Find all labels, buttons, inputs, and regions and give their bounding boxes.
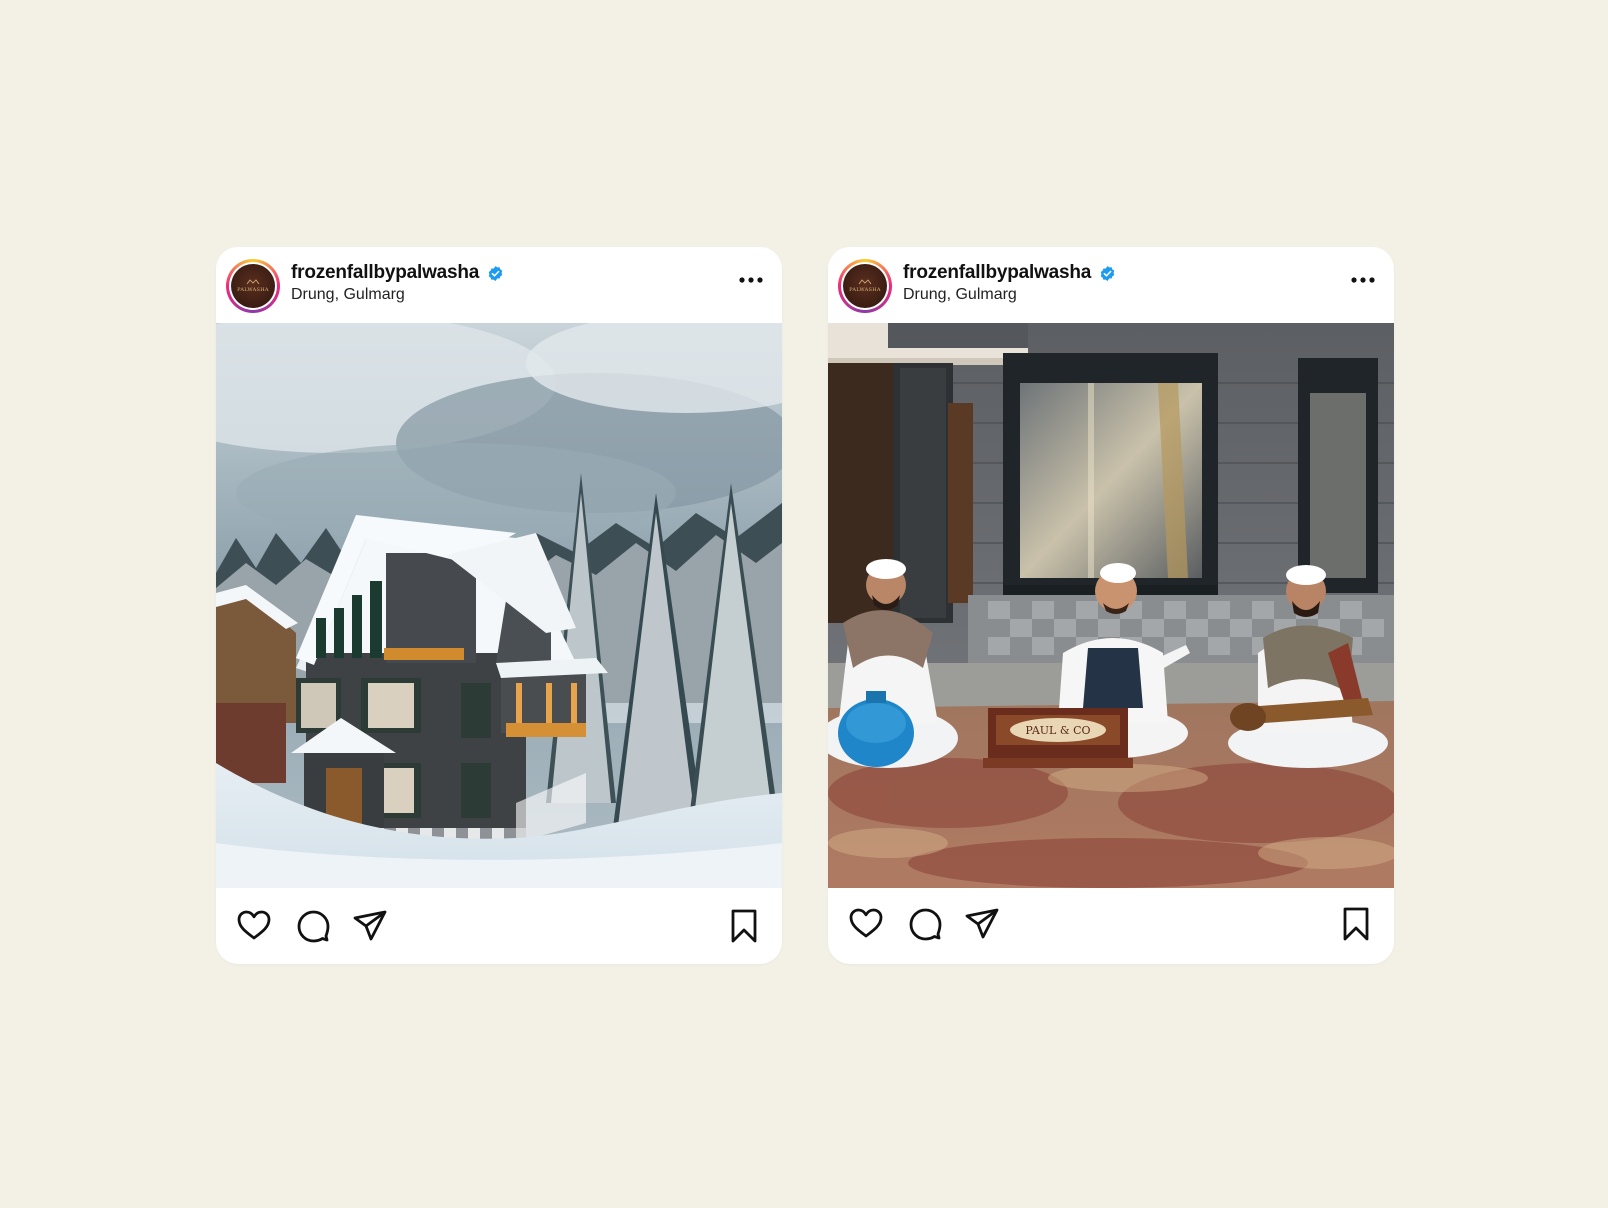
avatar-logo: PALWASHA: [843, 264, 887, 308]
post-photo-musicians[interactable]: PAUL & CO: [828, 323, 1394, 888]
username[interactable]: frozenfallbypalwasha: [291, 262, 504, 284]
more-options-icon[interactable]: [738, 273, 764, 287]
heart-icon[interactable]: [848, 906, 884, 942]
post-header: PALWASHA frozenfallbypalwasha Drung, Gul…: [828, 247, 1394, 323]
comment-icon[interactable]: [295, 908, 331, 944]
post-location[interactable]: Drung, Gulmarg: [291, 286, 405, 304]
avatar-text: PALWASHA: [849, 287, 881, 293]
crest-icon: [858, 279, 872, 285]
bookmark-icon[interactable]: [726, 908, 762, 944]
post-card-musicians: PALWASHA frozenfallbypalwasha Drung, Gul…: [828, 247, 1394, 964]
verified-badge-icon: [1100, 265, 1115, 281]
post-header: PALWASHA frozenfallbypalwasha Drung, Gul…: [216, 247, 782, 323]
share-icon[interactable]: [352, 908, 388, 944]
post-card-cottage: PALWASHA frozenfallbypalwasha Drung, Gul…: [216, 247, 782, 964]
comment-icon[interactable]: [907, 906, 943, 942]
avatar[interactable]: PALWASHA: [226, 259, 280, 313]
avatar[interactable]: PALWASHA: [838, 259, 892, 313]
post-photo-snowy-cottage[interactable]: [216, 323, 782, 888]
avatar-text: PALWASHA: [237, 287, 269, 293]
harmonium-label: PAUL & CO: [1025, 724, 1090, 737]
share-icon[interactable]: [964, 906, 1000, 942]
avatar-logo: PALWASHA: [231, 264, 275, 308]
verified-badge-icon: [488, 265, 503, 281]
post-actions: [216, 888, 782, 964]
heart-icon[interactable]: [236, 908, 272, 944]
bookmark-icon[interactable]: [1338, 906, 1374, 942]
post-actions: [828, 888, 1394, 964]
username-text[interactable]: frozenfallbypalwasha: [291, 262, 479, 284]
crest-icon: [246, 279, 260, 285]
username[interactable]: frozenfallbypalwasha: [903, 262, 1116, 284]
username-text[interactable]: frozenfallbypalwasha: [903, 262, 1091, 284]
post-location[interactable]: Drung, Gulmarg: [903, 286, 1017, 304]
more-options-icon[interactable]: [1350, 273, 1376, 287]
